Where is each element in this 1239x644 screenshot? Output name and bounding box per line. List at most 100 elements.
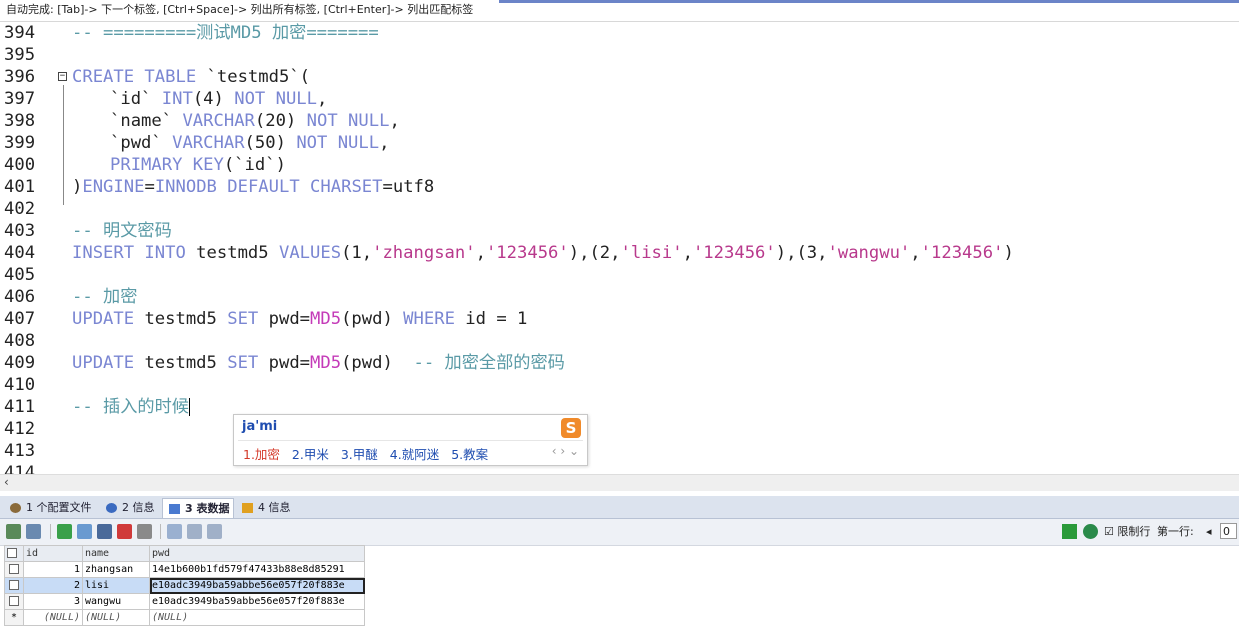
autocomplete-hint-bar: 自动完成: [Tab]-> 下一个标签, [Ctrl+Space]-> 列出所有…	[0, 0, 1239, 22]
editor-line-401: 401)ENGINE=INNODB DEFAULT CHARSET=utf8	[0, 176, 1239, 198]
duplicate-row-icon[interactable]	[77, 524, 92, 539]
line-number: 413	[4, 441, 36, 461]
save-icon[interactable]	[97, 524, 112, 539]
sql-keyword: SET	[227, 353, 259, 373]
result-data-grid[interactable]: id name pwd 1 zhangsan 14e1b600b1fd579f4…	[4, 545, 365, 626]
table-header-row: id name pwd	[4, 545, 365, 562]
table-new-row[interactable]: * (NULL) (NULL) (NULL)	[4, 609, 365, 626]
sql-text: pwd=	[258, 309, 311, 329]
text-caret	[188, 398, 190, 416]
column-name: `pwd`	[110, 133, 162, 153]
add-row-icon[interactable]	[57, 524, 72, 539]
sql-keyword: SET	[227, 309, 259, 329]
row-checkbox[interactable]	[4, 577, 24, 594]
line-number: 402	[4, 199, 36, 219]
info-icon	[106, 503, 117, 513]
editor-line-399: 399 `pwd` VARCHAR(50) NOT NULL,	[0, 132, 1239, 154]
filter-icon[interactable]	[1062, 524, 1077, 539]
sql-editor[interactable]: 394 -- =========测试MD5 加密======= 395 396 − C…	[0, 22, 1239, 474]
tab-table-data[interactable]: 3 表数据	[162, 498, 234, 518]
cell-id[interactable]: 2	[23, 577, 83, 594]
column-header-pwd[interactable]: pwd	[149, 545, 365, 562]
sql-keyword: NOT NULL	[306, 111, 390, 131]
ime-candidate-5[interactable]: 5.教案	[451, 447, 488, 462]
fold-toggle-icon[interactable]: −	[58, 72, 67, 81]
table-row[interactable]: 3 wangwu e10adc3949ba59abbe56e057f20f883…	[4, 593, 365, 610]
row-checkbox[interactable]	[4, 561, 24, 578]
line-number: 398	[4, 111, 36, 131]
table-row[interactable]: 2 lisi e10adc3949ba59abbe56e057f20f883e	[4, 577, 365, 594]
cell-name[interactable]: zhangsan	[82, 561, 150, 578]
sql-string: 'zhangsan'	[372, 243, 476, 263]
text-view-icon[interactable]	[207, 524, 222, 539]
ime-candidate-4[interactable]: 4.就阿迷	[390, 447, 439, 462]
line-number: 412	[4, 419, 36, 439]
limit-rows-checkbox[interactable]: ☑ 限制行	[1104, 523, 1150, 541]
sql-text: ),(2,	[568, 243, 621, 263]
cell-id[interactable]: (NULL)	[23, 609, 83, 626]
editor-line-412: 412	[0, 418, 1239, 440]
scroll-left-icon[interactable]: ‹	[4, 475, 9, 489]
sql-keyword: NOT NULL	[234, 89, 318, 109]
cell-name[interactable]: (NULL)	[82, 609, 150, 626]
line-number: 410	[4, 375, 36, 395]
prev-page-icon[interactable]: ◂	[1206, 523, 1212, 541]
tab-profile[interactable]: 1 个配置文件	[4, 498, 96, 518]
editor-line-411: 411 -- 插入的时候	[0, 396, 1239, 418]
line-number: 403	[4, 221, 36, 241]
cell-pwd[interactable]: e10adc3949ba59abbe56e057f20f883e	[149, 577, 365, 594]
comment-text: -- 明文密码	[72, 221, 172, 241]
cell-name[interactable]: wangwu	[82, 593, 150, 610]
line-number: 400	[4, 155, 36, 175]
sql-keyword: INNODB	[154, 177, 217, 197]
delete-icon[interactable]	[117, 524, 132, 539]
comment-text: -- 加密	[72, 287, 138, 307]
tab-messages-2[interactable]: 2 信息	[100, 498, 160, 518]
line-number: 404	[4, 243, 36, 263]
line-number: 407	[4, 309, 36, 329]
line-number: 399	[4, 133, 36, 153]
cell-pwd[interactable]: 14e1b600b1fd579f47433b88e8d85291	[149, 561, 365, 578]
cell-pwd[interactable]: e10adc3949ba59abbe56e057f20f883e	[149, 593, 365, 610]
import-icon[interactable]	[26, 524, 41, 539]
limit-rows-label: 限制行	[1117, 525, 1151, 538]
select-all-checkbox[interactable]	[4, 545, 24, 562]
sql-text: pwd=	[258, 353, 311, 373]
export-icon[interactable]	[6, 524, 21, 539]
column-header-id[interactable]: id	[23, 545, 83, 562]
line-number: 405	[4, 265, 36, 285]
sql-text: ,	[317, 89, 328, 109]
table-icon	[169, 504, 180, 514]
sql-text: )	[72, 177, 83, 197]
sql-text: id = 1	[454, 309, 528, 329]
sql-keyword: VALUES	[278, 243, 342, 263]
editor-line-407: 407 UPDATE testmd5 SET pwd=MD5(pwd) WHERE…	[0, 308, 1239, 330]
ime-page-nav-icon[interactable]: ‹ › ⌄	[552, 444, 579, 458]
table-row[interactable]: 1 zhangsan 14e1b600b1fd579f47433b88e8d85…	[4, 561, 365, 578]
line-number: 401	[4, 177, 36, 197]
sql-keyword: NOT NULL	[296, 133, 380, 153]
cell-name[interactable]: lisi	[82, 577, 150, 594]
sql-text: (pwd)	[341, 309, 404, 329]
cell-id[interactable]: 1	[23, 561, 83, 578]
editor-line-406: 406 -- 加密	[0, 286, 1239, 308]
tab-label: 2 信息	[122, 501, 155, 514]
cell-id[interactable]: 3	[23, 593, 83, 610]
column-header-name[interactable]: name	[82, 545, 150, 562]
cell-pwd[interactable]: (NULL)	[149, 609, 365, 626]
ime-candidate-3[interactable]: 3.甲醚	[341, 447, 378, 462]
row-checkbox[interactable]	[4, 593, 24, 610]
ime-candidate-2[interactable]: 2.甲米	[292, 447, 329, 462]
form-view-icon[interactable]	[187, 524, 202, 539]
ime-candidate-1[interactable]: 1.加密	[243, 447, 280, 462]
editor-line-403: 403 -- 明文密码	[0, 220, 1239, 242]
new-row-marker: *	[4, 609, 24, 626]
tab-messages-4[interactable]: 4 信息	[236, 498, 296, 518]
editor-horizontal-scrollbar[interactable]: ‹	[0, 474, 1239, 491]
refresh-icon[interactable]	[1083, 524, 1098, 539]
sql-string: '123456'	[692, 243, 776, 263]
grid-view-icon[interactable]	[167, 524, 182, 539]
first-row-input[interactable]: 0	[1220, 523, 1237, 539]
cancel-icon[interactable]	[137, 524, 152, 539]
ime-candidate-popup[interactable]: ja'mi S 1.加密 2.甲米 3.甲醚 4.就阿迷 5.教案 ‹ › ⌄	[233, 414, 588, 466]
